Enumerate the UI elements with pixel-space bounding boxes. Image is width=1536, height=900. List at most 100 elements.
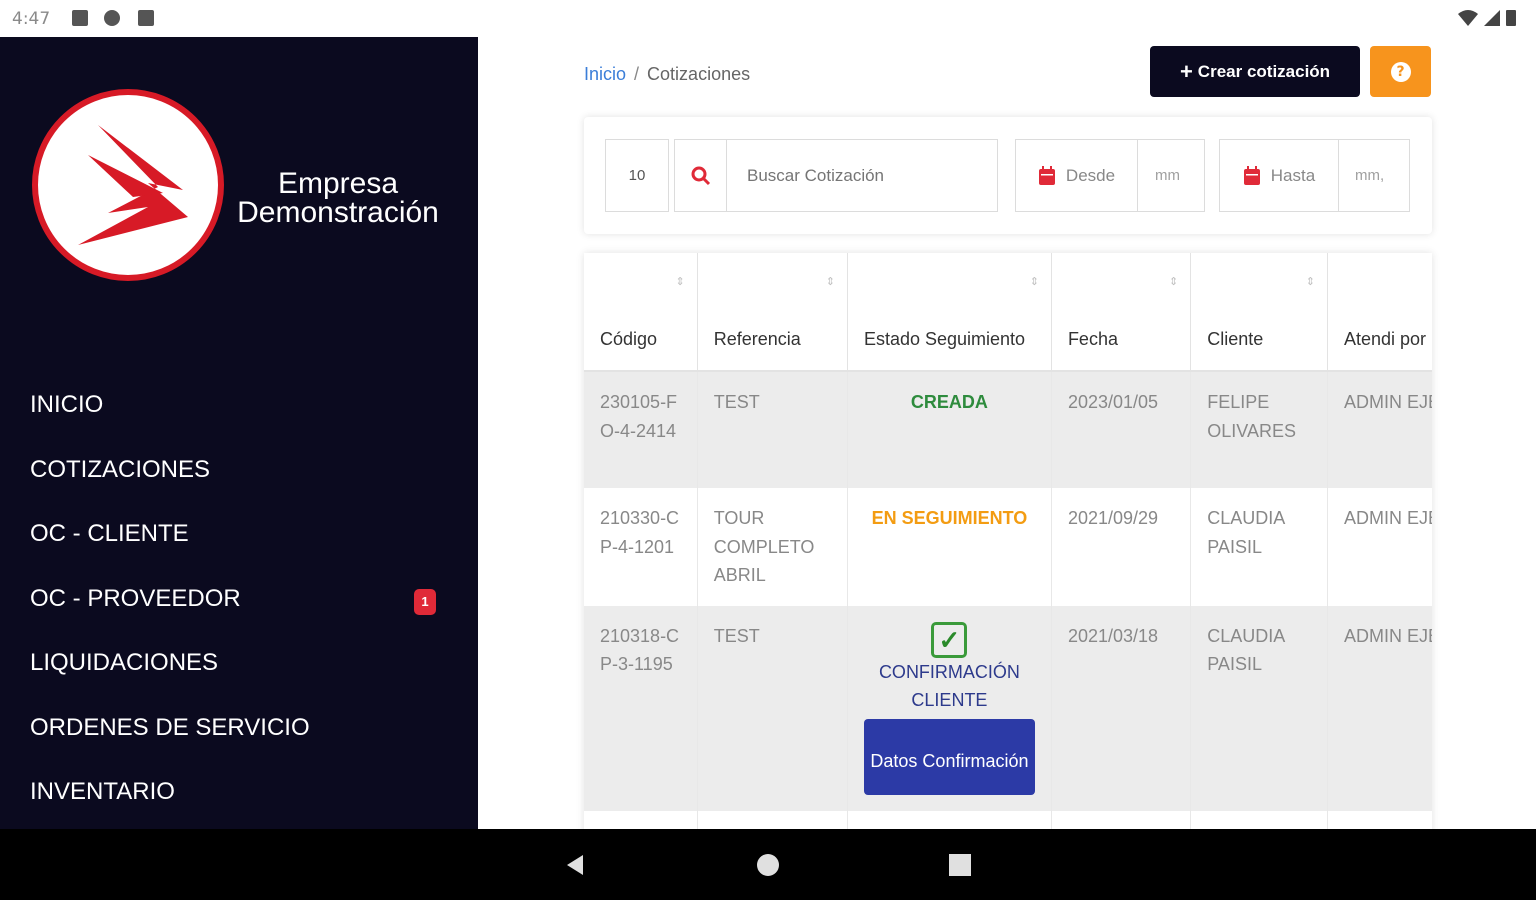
- table-row[interactable]: [584, 810, 1432, 829]
- page-size-value: 10: [628, 167, 646, 184]
- sidebar-item-inventario[interactable]: INVENTARIO: [30, 760, 450, 825]
- table-header-row: ⇕ Código ⇕ Referencia ⇕ Estado Seguimiento …: [584, 253, 1432, 372]
- sidebar-item-oc-proveedor[interactable]: OC - PROVEEDOR 1: [30, 567, 450, 632]
- filter-card: 10 Desde mm Hasta mm,: [584, 117, 1432, 234]
- check-icon: ✓: [931, 621, 968, 658]
- cell-empty: [584, 810, 698, 829]
- table-row[interactable]: 210330-CP-4-1201 TOUR COMPLETO ABRIL EN …: [584, 488, 1432, 606]
- page-size-select[interactable]: 10: [605, 139, 669, 212]
- calendar-icon: [1243, 165, 1260, 185]
- cell-fecha: 2021/03/18: [1051, 605, 1192, 811]
- column-header-atendido[interactable]: Atendi por: [1327, 253, 1432, 372]
- cell-referencia: TEST: [697, 605, 848, 811]
- brand-line2: Demonstración: [237, 196, 439, 229]
- cell-empty: [1051, 810, 1192, 829]
- cell-fecha: 2021/09/29: [1051, 488, 1192, 606]
- table-row[interactable]: 210318-CP-3-1195 TEST ✓ CONFIRMACIÓN CLI…: [584, 605, 1432, 811]
- sidebar-item-ordenes-servicio[interactable]: ORDENES DE SERVICIO: [30, 696, 450, 761]
- back-icon[interactable]: [563, 853, 587, 877]
- system-navigation-bar: [0, 829, 1536, 900]
- status-right: [1456, 8, 1522, 32]
- column-header-codigo[interactable]: ⇕ Código: [584, 253, 698, 372]
- help-button[interactable]: ?: [1370, 46, 1431, 97]
- cell-codigo: 210330-CP-4-1201: [584, 488, 698, 606]
- search-box: [674, 139, 998, 212]
- date-from-field[interactable]: Desde mm: [1015, 139, 1205, 212]
- cell-empty: [697, 810, 848, 829]
- date-to-value: mm,: [1355, 167, 1385, 184]
- cell-cliente: FELIPE OLIVARES: [1190, 371, 1328, 488]
- breadcrumb-current: Cotizaciones: [647, 64, 751, 84]
- date-from-label: Desde: [1065, 165, 1116, 185]
- cell-atendido: ADMIN EJEMP: [1327, 605, 1432, 811]
- status-badge: EN SEGUIMIENTO: [871, 508, 1028, 528]
- status-badge: CONFIRMACIÓN CLIENTE: [878, 661, 1020, 711]
- cell-empty: [1327, 810, 1432, 829]
- column-header-referencia[interactable]: ⇕ Referencia: [697, 253, 848, 372]
- date-to-field[interactable]: Hasta mm,: [1219, 139, 1410, 212]
- cell-codigo: 210318-CP-3-1195: [584, 605, 698, 811]
- column-header-label: Estado Seguimiento: [863, 329, 1026, 349]
- sidebar-item-label: OC - CLIENTE: [30, 520, 189, 548]
- cell-empty: [1190, 810, 1328, 829]
- quotes-table-card: ⇕ Código ⇕ Referencia ⇕ Estado Seguimiento …: [584, 253, 1432, 829]
- status-badge: CREADA: [910, 392, 988, 412]
- column-header-label: Fecha: [1067, 329, 1118, 349]
- sidebar-item-liquidaciones[interactable]: LIQUIDACIONES: [30, 631, 450, 696]
- cell-fecha: 2023/01/05: [1051, 371, 1192, 488]
- sort-icon: ⇕: [1029, 276, 1039, 288]
- date-to-label: Hasta: [1270, 165, 1316, 185]
- home-icon[interactable]: [756, 853, 780, 877]
- sort-icon: ⇕: [675, 276, 685, 288]
- main-content: Inicio / Cotizaciones + Crear cotización ?…: [478, 37, 1536, 829]
- notification-icon: [72, 10, 88, 26]
- sort-icon: ⇕: [825, 276, 835, 288]
- sd-card-icon: [138, 10, 154, 26]
- sidebar-item-label: LIQUIDACIONES: [30, 649, 219, 677]
- company-logo: [32, 89, 224, 281]
- help-icon: ?: [1390, 61, 1411, 82]
- battery-icon: [1506, 10, 1516, 26]
- column-header-estado[interactable]: ⇕ Estado Seguimiento: [847, 253, 1052, 372]
- breadcrumb-separator: /: [634, 64, 640, 84]
- wifi-icon: [1458, 10, 1478, 26]
- table-row[interactable]: 230105-FO-4-2414 TEST CREADA 2023/01/05 …: [584, 371, 1432, 488]
- notification-badge: 1: [414, 588, 436, 615]
- date-to-label-box: Hasta: [1220, 140, 1339, 211]
- sidebar-item-oc-cliente[interactable]: OC - CLIENTE: [30, 502, 450, 567]
- column-header-label: Referencia: [713, 329, 801, 349]
- sort-icon: ⇕: [1169, 276, 1179, 288]
- sidebar-item-label: INVENTARIO: [30, 778, 175, 806]
- status-time: 4:47: [12, 9, 51, 29]
- status-bar: 4:47: [0, 0, 1536, 37]
- sidebar: Empresa Demonstración INICIO COTIZACIONE…: [0, 37, 478, 829]
- column-header-label: Cliente: [1207, 329, 1264, 349]
- sidebar-item-label: ORDENES DE SERVICIO: [30, 713, 310, 741]
- search-input[interactable]: [727, 140, 997, 211]
- brand-line1: Empresa: [277, 167, 399, 200]
- sync-icon: [104, 10, 120, 26]
- brand-name: Empresa Demonstración: [218, 167, 458, 229]
- cell-atendido: ADMIN EJEMP: [1327, 488, 1432, 606]
- breadcrumb-home-link[interactable]: Inicio: [584, 64, 626, 84]
- create-quote-button[interactable]: + Crear cotización: [1150, 46, 1360, 97]
- sidebar-item-label: INICIO: [30, 391, 104, 419]
- cell-empty: [847, 810, 1052, 829]
- sort-icon: ⇕: [1305, 276, 1315, 288]
- cell-cliente: CLAUDIA PAISIL: [1190, 488, 1328, 606]
- date-from-label-box: Desde: [1016, 140, 1138, 211]
- cell-referencia: TOUR COMPLETO ABRIL: [697, 488, 848, 606]
- cell-estado: ✓ CONFIRMACIÓN CLIENTE Datos Confirmació…: [847, 605, 1052, 811]
- sidebar-item-cotizaciones[interactable]: COTIZACIONES: [30, 438, 450, 503]
- sidebar-item-inicio[interactable]: INICIO: [30, 373, 450, 438]
- breadcrumb: Inicio / Cotizaciones: [584, 64, 750, 85]
- cell-estado: EN SEGUIMIENTO: [847, 488, 1052, 606]
- column-header-label: Código: [600, 329, 658, 349]
- calendar-icon: [1038, 165, 1055, 185]
- column-header-fecha[interactable]: ⇕ Fecha: [1051, 253, 1192, 372]
- column-header-cliente[interactable]: ⇕ Cliente: [1190, 253, 1328, 372]
- confirmation-data-button[interactable]: Datos Confirmación: [863, 718, 1035, 795]
- sidebar-item-label: OC - PROVEEDOR: [30, 584, 241, 612]
- recents-icon[interactable]: [948, 853, 972, 877]
- cell-estado: CREADA: [847, 371, 1052, 488]
